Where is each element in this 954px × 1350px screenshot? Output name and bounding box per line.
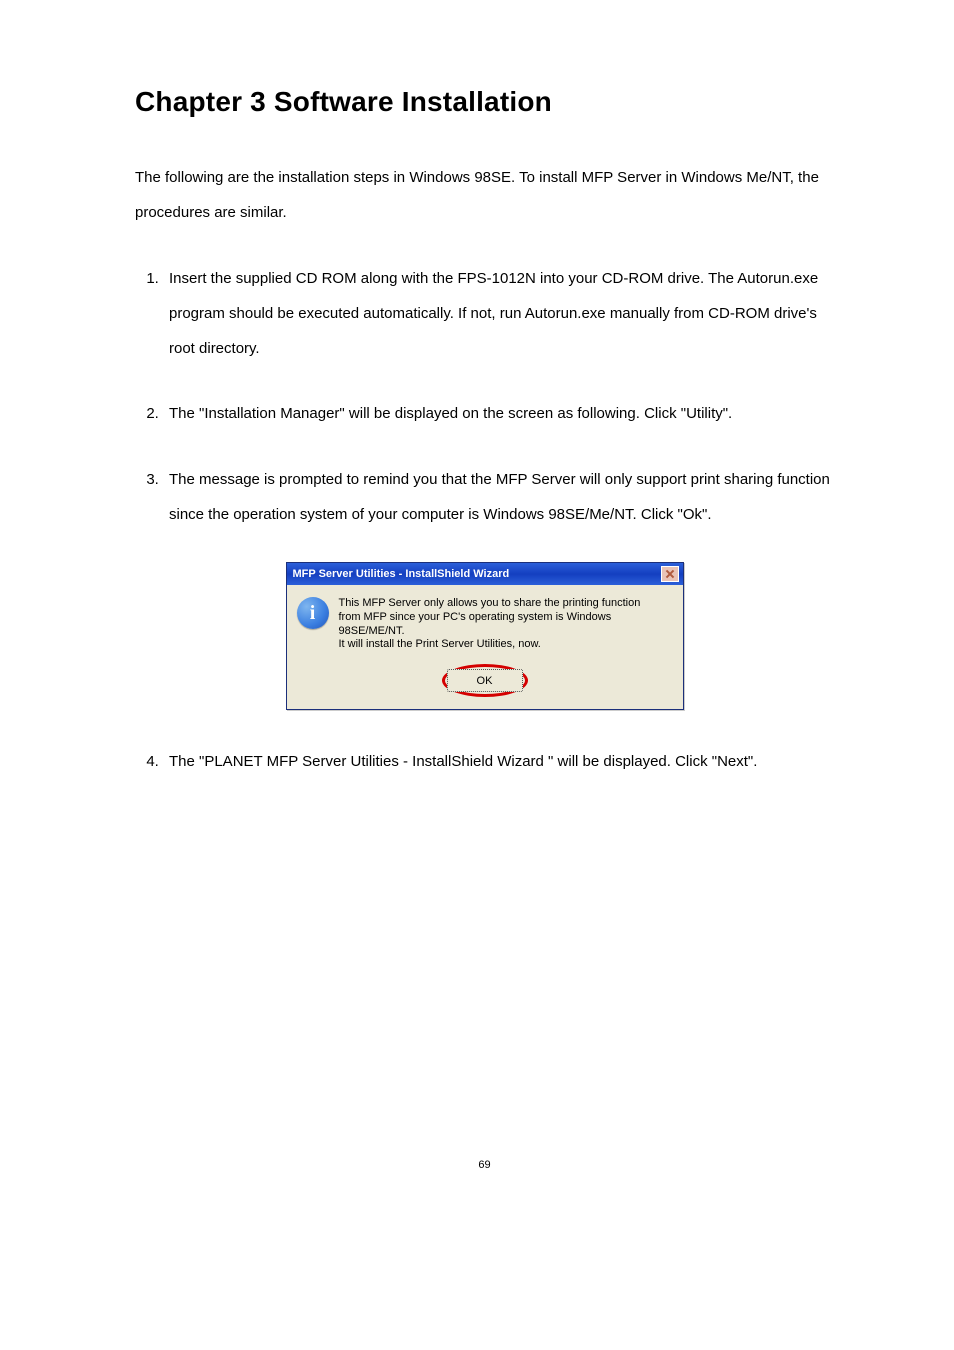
step-1: Insert the supplied CD ROM along with th… (163, 261, 834, 367)
dialog-screenshot-wrap: MFP Server Utilities - InstallShield Wiz… (135, 562, 834, 710)
step-3: The message is prompted to remind you th… (163, 462, 834, 533)
dialog-titlebar: MFP Server Utilities - InstallShield Wiz… (287, 563, 683, 585)
page-number: 69 (135, 1159, 834, 1171)
dialog-message-line3: It will install the Print Server Utiliti… (339, 638, 541, 650)
dialog-body: i This MFP Server only allows you to sha… (287, 585, 683, 709)
chapter-title: Chapter 3 Software Installation (135, 86, 834, 118)
dialog-message-line2: from MFP since your PC's operating syste… (339, 611, 612, 637)
dialog-title: MFP Server Utilities - InstallShield Wiz… (293, 568, 510, 580)
steps-list: Insert the supplied CD ROM along with th… (135, 261, 834, 533)
highlight-oval: OK (442, 664, 528, 697)
info-icon: i (297, 597, 329, 629)
intro-paragraph: The following are the installation steps… (135, 160, 834, 231)
steps-list-continued: The "PLANET MFP Server Utilities - Insta… (135, 744, 834, 779)
dialog-message: This MFP Server only allows you to share… (339, 597, 673, 652)
step-4: The "PLANET MFP Server Utilities - Insta… (163, 744, 834, 779)
ok-button[interactable]: OK (447, 669, 523, 692)
installshield-dialog: MFP Server Utilities - InstallShield Wiz… (286, 562, 684, 710)
close-button[interactable] (661, 566, 679, 582)
close-icon (666, 570, 674, 578)
step-2: The "Installation Manager" will be displ… (163, 396, 834, 431)
dialog-message-line1: This MFP Server only allows you to share… (339, 597, 641, 609)
